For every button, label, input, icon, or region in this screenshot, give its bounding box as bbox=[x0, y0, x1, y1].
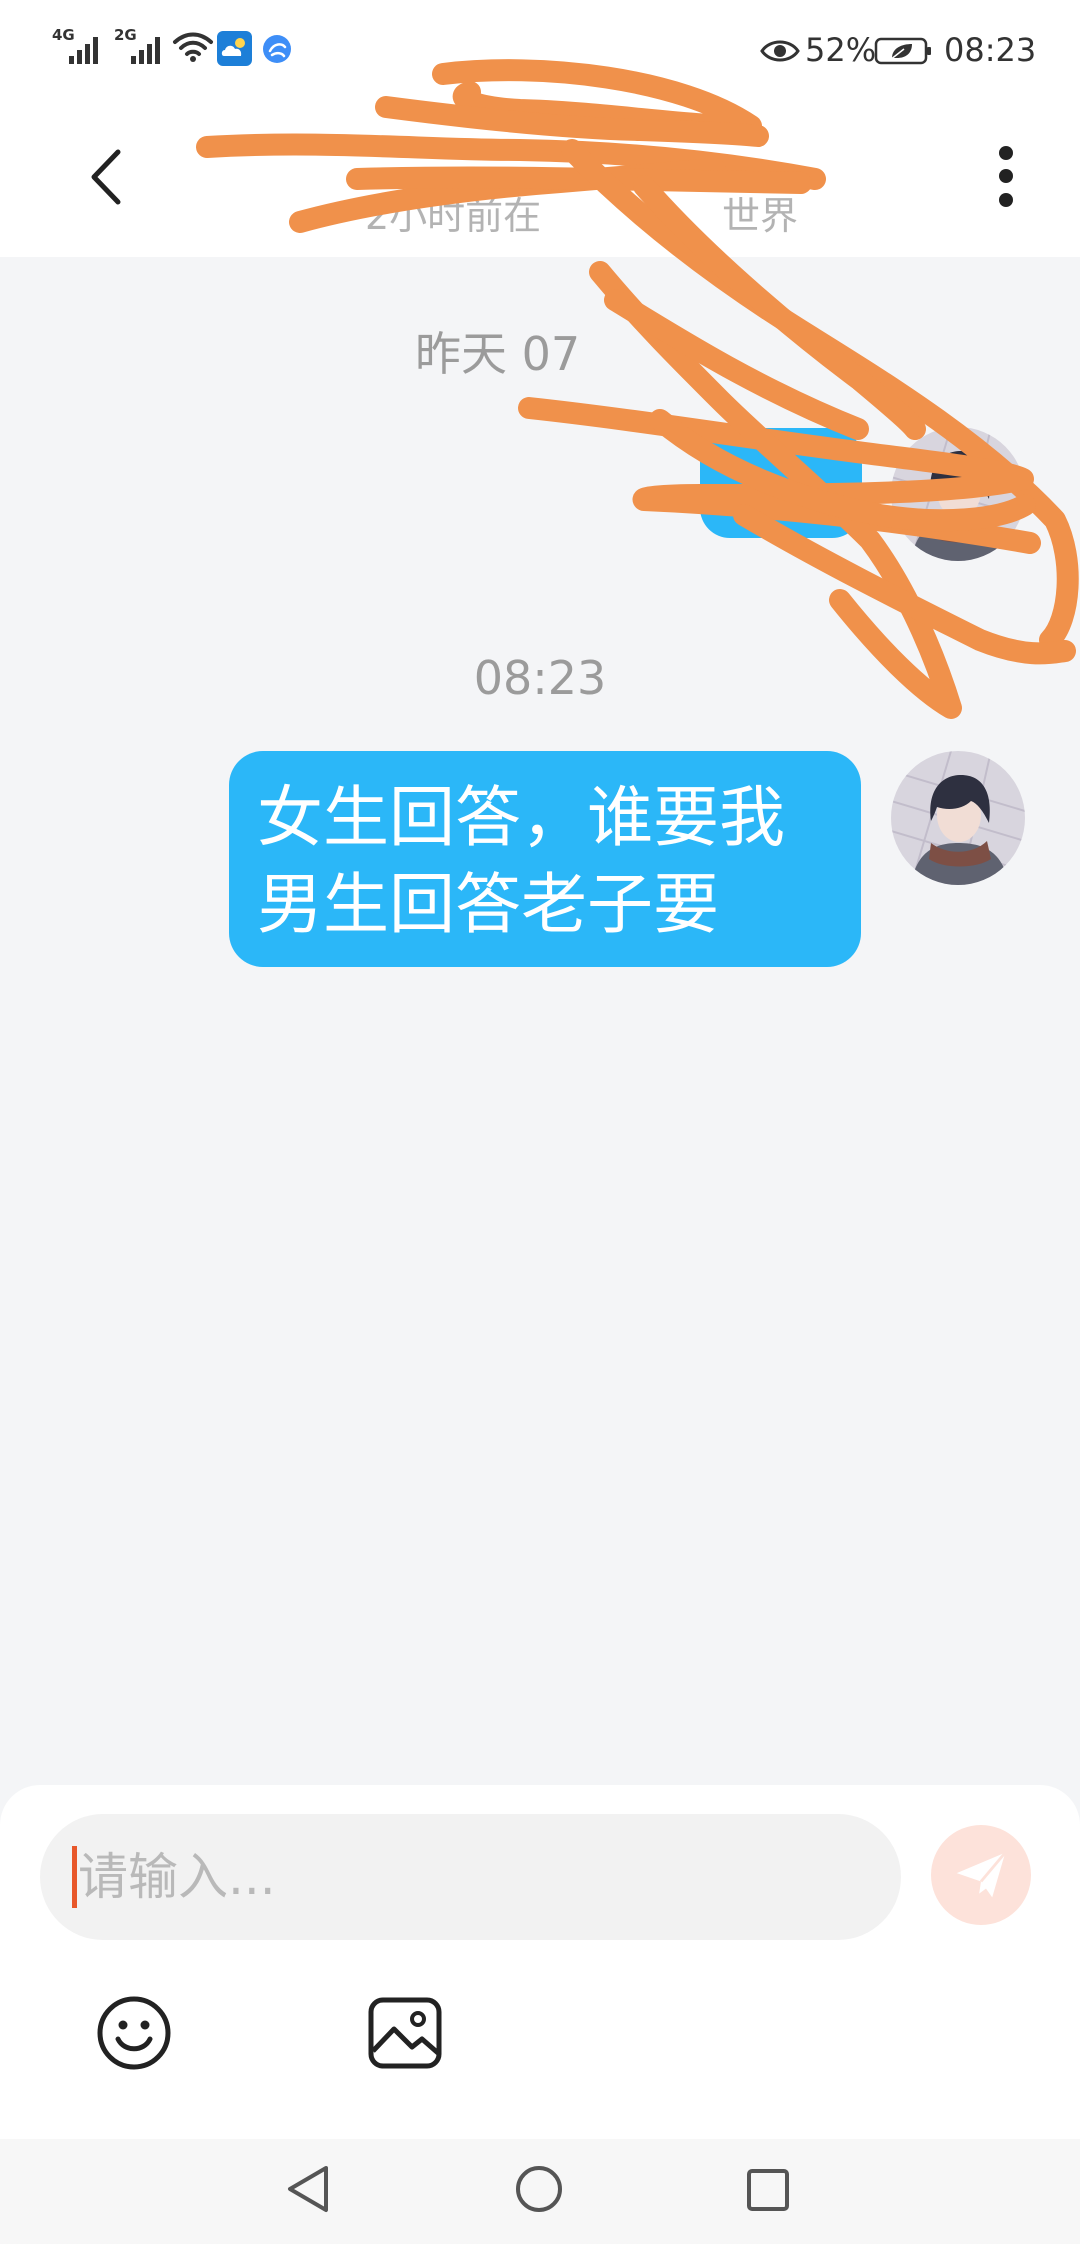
weather-app-icon bbox=[217, 31, 252, 66]
signal-icon bbox=[69, 37, 98, 64]
avatar-image bbox=[891, 427, 1025, 561]
image-icon[interactable] bbox=[368, 1997, 442, 2069]
battery-icon bbox=[874, 37, 931, 65]
status-time: 08:23 bbox=[944, 31, 1037, 69]
earlier-timestamp: 昨天 07 bbox=[415, 327, 581, 381]
smiley-icon[interactable] bbox=[96, 1995, 172, 2071]
eye-icon bbox=[760, 40, 800, 62]
header-subtitle-start: 2小时前在 bbox=[365, 194, 542, 238]
header-subtitle-end: 世界 bbox=[722, 194, 799, 238]
nav-back-icon[interactable] bbox=[284, 2164, 332, 2214]
more-vertical-icon[interactable] bbox=[990, 140, 1022, 212]
wifi-icon bbox=[173, 32, 213, 62]
message-input[interactable] bbox=[78, 1814, 868, 1940]
nav-home-icon[interactable] bbox=[515, 2165, 563, 2213]
nav-recents-icon[interactable] bbox=[746, 2168, 790, 2212]
message-timestamp: 08:23 bbox=[473, 651, 607, 705]
back-arrow-icon[interactable] bbox=[88, 148, 128, 206]
chat-screen: 4G 2G 52% 08:23 2小时前在 世界 昨天 07 08:23 女生回… bbox=[0, 0, 1080, 2244]
signal-icon bbox=[131, 37, 160, 64]
redacted-message-bubble bbox=[700, 428, 862, 538]
avatar[interactable] bbox=[891, 427, 1025, 561]
avatar-image bbox=[891, 751, 1025, 885]
avatar[interactable] bbox=[891, 751, 1025, 885]
message-input-container[interactable] bbox=[40, 1814, 901, 1940]
message-bubble: 女生回答，谁要我 男生回答老子要 bbox=[229, 751, 861, 967]
battery-percent: 52% bbox=[805, 31, 877, 69]
scribble-stroke bbox=[604, 289, 869, 440]
text-cursor bbox=[72, 1846, 77, 1908]
send-button[interactable] bbox=[931, 1825, 1031, 1925]
paper-plane-icon bbox=[956, 1851, 1007, 1898]
browser-app-icon bbox=[263, 35, 291, 63]
